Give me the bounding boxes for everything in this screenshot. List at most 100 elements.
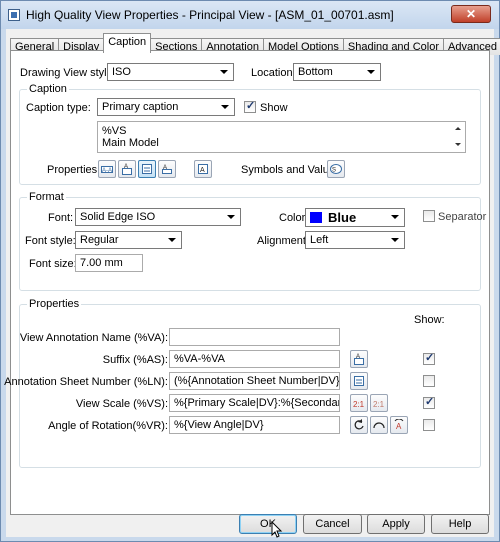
caption-type-label: Caption type: (26, 102, 91, 114)
mouse-cursor-icon (271, 521, 283, 538)
svg-text:A: A (124, 164, 128, 170)
secondary-scale-button[interactable]: 2:1 (370, 394, 388, 412)
suffix-input[interactable]: %VA-%VA (169, 350, 340, 368)
location-select[interactable]: Bottom (293, 63, 381, 81)
rotate-arc-button[interactable] (370, 416, 388, 434)
sheet-icon (142, 164, 152, 174)
window-title: High Quality View Properties - Principal… (26, 8, 394, 22)
tab-strip: General Display Caption Sections Annotation M… (10, 33, 500, 55)
annotation-sheet-number-label: Annotation Sheet Number (%LN): (4, 376, 168, 388)
view-scale-input[interactable]: %{Primary Scale|DV}:%{Secondary Scale|DV (169, 394, 340, 412)
dialog-window: High Quality View Properties - Principal… (0, 0, 500, 542)
scale-button[interactable]: A (158, 160, 176, 178)
separator-checkbox[interactable] (423, 210, 435, 222)
suffix-button[interactable]: A (118, 160, 136, 178)
font-style-select[interactable]: Regular (75, 231, 182, 249)
annotation-name-button[interactable]: A-A (98, 160, 116, 178)
text-box-icon: A-A (101, 166, 113, 174)
font-label: Font: (48, 212, 74, 224)
annotation-sheet-number-input[interactable]: (%{Annotation Sheet Number|DV}) (169, 372, 340, 390)
properties-group: Properties Show: View Annotation Name (%… (4, 298, 481, 468)
color-select[interactable]: Blue (305, 208, 405, 227)
alignment-label: Alignment: (257, 235, 309, 247)
rotate-text-icon: A (198, 164, 208, 174)
caption-group-title: Caption (27, 83, 69, 95)
ok-button[interactable]: OK (239, 514, 297, 534)
app-icon (8, 9, 20, 21)
rotate-text-icon: A (394, 419, 404, 431)
rotation-button[interactable]: A (194, 160, 212, 178)
location-label: Location: (251, 67, 296, 79)
caption-group: Caption Caption type: Primary caption Sh… (19, 83, 481, 185)
chevron-down-icon (221, 105, 229, 109)
tab-caption[interactable]: Caption (103, 33, 152, 53)
separator-label: Separator (438, 211, 487, 223)
svg-text:A: A (163, 165, 167, 171)
caption-text-line-2: Main Model (102, 137, 159, 149)
caption-text-line-1: %VS (102, 125, 127, 137)
apply-button[interactable]: Apply (367, 514, 425, 534)
drawing-view-style-label: Drawing View style: (20, 67, 116, 79)
alignment-select[interactable]: Left (305, 231, 405, 249)
caption-text-area[interactable]: %VS Main Model (97, 121, 466, 153)
help-button[interactable]: Help (431, 514, 489, 534)
rotate-ccw-button[interactable] (350, 416, 368, 434)
color-label: Color: (279, 212, 309, 224)
svg-text:A: A (396, 422, 402, 431)
primary-scale-button[interactable]: 2:1 (350, 394, 368, 412)
show-column-header: Show: (414, 314, 445, 326)
view-annotation-name-label: View Annotation Name (%VA): (19, 332, 168, 344)
chevron-down-icon (220, 70, 228, 74)
chevron-down-icon (391, 238, 399, 242)
sheet-icon (354, 376, 364, 386)
font-size-label: Font size: (29, 258, 77, 270)
sheet-number-show-checkbox[interactable] (423, 375, 435, 387)
rotate-text-button[interactable]: A (390, 416, 408, 434)
suffix-icon: A (354, 354, 364, 365)
chevron-down-icon (227, 215, 235, 219)
svg-text:A: A (200, 167, 205, 174)
font-select[interactable]: Solid Edge ISO (75, 208, 241, 226)
chevron-down-icon (367, 70, 375, 74)
color-value: Blue (328, 210, 357, 225)
show-caption-label: Show (260, 102, 288, 114)
symbols-icon: S (330, 164, 342, 174)
drawing-view-style-select[interactable]: ISO (107, 63, 234, 81)
chevron-down-icon (391, 215, 399, 219)
sheet-number-button[interactable] (138, 160, 156, 178)
scale-ratio-icon: 2:1 (373, 400, 385, 409)
cancel-button[interactable]: Cancel (303, 514, 362, 534)
chevron-down-icon (168, 238, 176, 242)
view-scale-show-checkbox[interactable] (423, 395, 435, 409)
suffix-insert-button[interactable]: A (350, 350, 368, 368)
suffix-show-checkbox[interactable] (423, 351, 435, 365)
sheet-number-insert-button[interactable] (350, 372, 368, 390)
symbols-button[interactable]: S (327, 160, 345, 178)
scroll-up-icon[interactable] (455, 127, 461, 130)
font-style-value: Regular (80, 234, 119, 246)
font-size-input[interactable]: 7.00 mm (75, 254, 143, 272)
scale-ratio-icon: 2:1 (353, 400, 365, 409)
angle-of-rotation-show-checkbox[interactable] (423, 419, 435, 431)
svg-text:S: S (332, 168, 336, 174)
font-style-label: Font style: (25, 235, 76, 247)
view-annotation-name-input[interactable] (169, 328, 340, 346)
caption-type-value: Primary caption (102, 101, 179, 113)
suffix-label: Suffix (%AS): (102, 354, 168, 366)
properties-label: Properties: (47, 164, 101, 176)
angle-of-rotation-label: Angle of Rotation(%VR): (48, 420, 168, 432)
angle-of-rotation-input[interactable]: %{View Angle|DV} (169, 416, 340, 434)
location-value: Bottom (298, 66, 333, 78)
format-group: Format Font: Solid Edge ISO Color: Blue … (19, 191, 486, 291)
rotate-ccw-icon (354, 419, 364, 430)
font-value: Solid Edge ISO (80, 211, 156, 223)
svg-text:A: A (356, 354, 360, 360)
svg-text:2:1: 2:1 (353, 400, 365, 409)
close-button[interactable]: ✕ (451, 5, 491, 23)
scroll-down-icon[interactable] (455, 143, 461, 146)
show-caption-checkbox[interactable] (244, 99, 256, 113)
caption-tab-panel: Drawing View style: ISO Location: Bottom… (4, 50, 490, 515)
drawing-view-style-value: ISO (112, 66, 131, 78)
caption-type-select[interactable]: Primary caption (97, 98, 235, 116)
title-bar[interactable]: High Quality View Properties - Principal… (1, 1, 499, 29)
